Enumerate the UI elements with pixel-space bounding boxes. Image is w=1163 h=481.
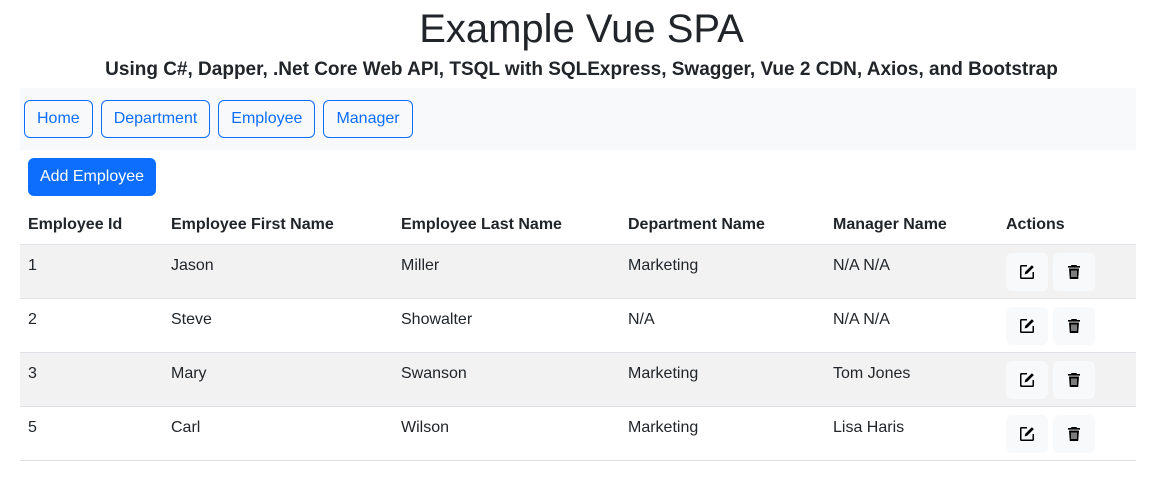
cell-actions [998, 298, 1136, 353]
table-row: 1 Jason Miller Marketing N/A N/A [20, 244, 1136, 299]
cell-first-name: Mary [163, 352, 393, 407]
edit-icon [1020, 265, 1034, 279]
cell-last-name: Miller [393, 244, 620, 299]
cell-department: Marketing [620, 244, 825, 299]
cell-last-name: Swanson [393, 352, 620, 407]
column-header-manager: Manager Name [825, 206, 998, 245]
trash-icon [1068, 265, 1081, 279]
cell-first-name: Carl [163, 406, 393, 461]
trash-icon [1068, 319, 1081, 333]
edit-button[interactable] [1006, 253, 1048, 291]
cell-employee-id: 1 [20, 244, 163, 299]
cell-first-name: Jason [163, 244, 393, 299]
page-subtitle: Using C#, Dapper, .Net Core Web API, TSQ… [105, 59, 1058, 80]
add-employee-button[interactable]: Add Employee [28, 158, 156, 196]
table-row: 2 Steve Showalter N/A N/A N/A [20, 298, 1136, 353]
column-header-department: Department Name [620, 206, 825, 245]
nav-manager-button[interactable]: Manager [323, 100, 413, 138]
edit-button[interactable] [1006, 307, 1048, 345]
cell-employee-id: 3 [20, 352, 163, 407]
cell-department: Marketing [620, 352, 825, 407]
edit-icon [1020, 427, 1034, 441]
page-title: Example Vue SPA [419, 7, 744, 51]
cell-last-name: Wilson [393, 406, 620, 461]
delete-button[interactable] [1053, 361, 1096, 399]
nav-home-button[interactable]: Home [24, 100, 93, 138]
column-header-employee-id: Employee Id [20, 206, 163, 245]
nav-employee-button[interactable]: Employee [218, 100, 316, 138]
column-header-first-name: Employee First Name [163, 206, 393, 245]
cell-department: Marketing [620, 406, 825, 461]
employee-table: Employee Id Employee First Name Employee… [20, 206, 1136, 461]
edit-icon [1020, 373, 1034, 387]
cell-actions [998, 406, 1136, 461]
trash-icon [1068, 427, 1081, 441]
edit-button[interactable] [1006, 361, 1048, 399]
column-header-last-name: Employee Last Name [393, 206, 620, 245]
cell-actions [998, 352, 1136, 407]
cell-first-name: Steve [163, 298, 393, 353]
cell-employee-id: 5 [20, 406, 163, 461]
cell-manager: N/A N/A [825, 298, 998, 353]
cell-manager: N/A N/A [825, 244, 998, 299]
cell-employee-id: 2 [20, 298, 163, 353]
delete-button[interactable] [1053, 253, 1096, 291]
cell-manager: Lisa Haris [825, 406, 998, 461]
delete-button[interactable] [1053, 415, 1096, 453]
edit-button[interactable] [1006, 415, 1048, 453]
navbar: Home Department Employee Manager [20, 88, 1136, 150]
table-header-row: Employee Id Employee First Name Employee… [20, 206, 1136, 245]
cell-actions [998, 244, 1136, 299]
edit-icon [1020, 319, 1034, 333]
table-row: 5 Carl Wilson Marketing Lisa Haris [20, 406, 1136, 461]
cell-manager: Tom Jones [825, 352, 998, 407]
table-row: 3 Mary Swanson Marketing Tom Jones [20, 352, 1136, 407]
cell-department: N/A [620, 298, 825, 353]
nav-department-button[interactable]: Department [100, 100, 211, 138]
delete-button[interactable] [1053, 307, 1096, 345]
trash-icon [1068, 373, 1081, 387]
cell-last-name: Showalter [393, 298, 620, 353]
column-header-actions: Actions [998, 206, 1136, 245]
